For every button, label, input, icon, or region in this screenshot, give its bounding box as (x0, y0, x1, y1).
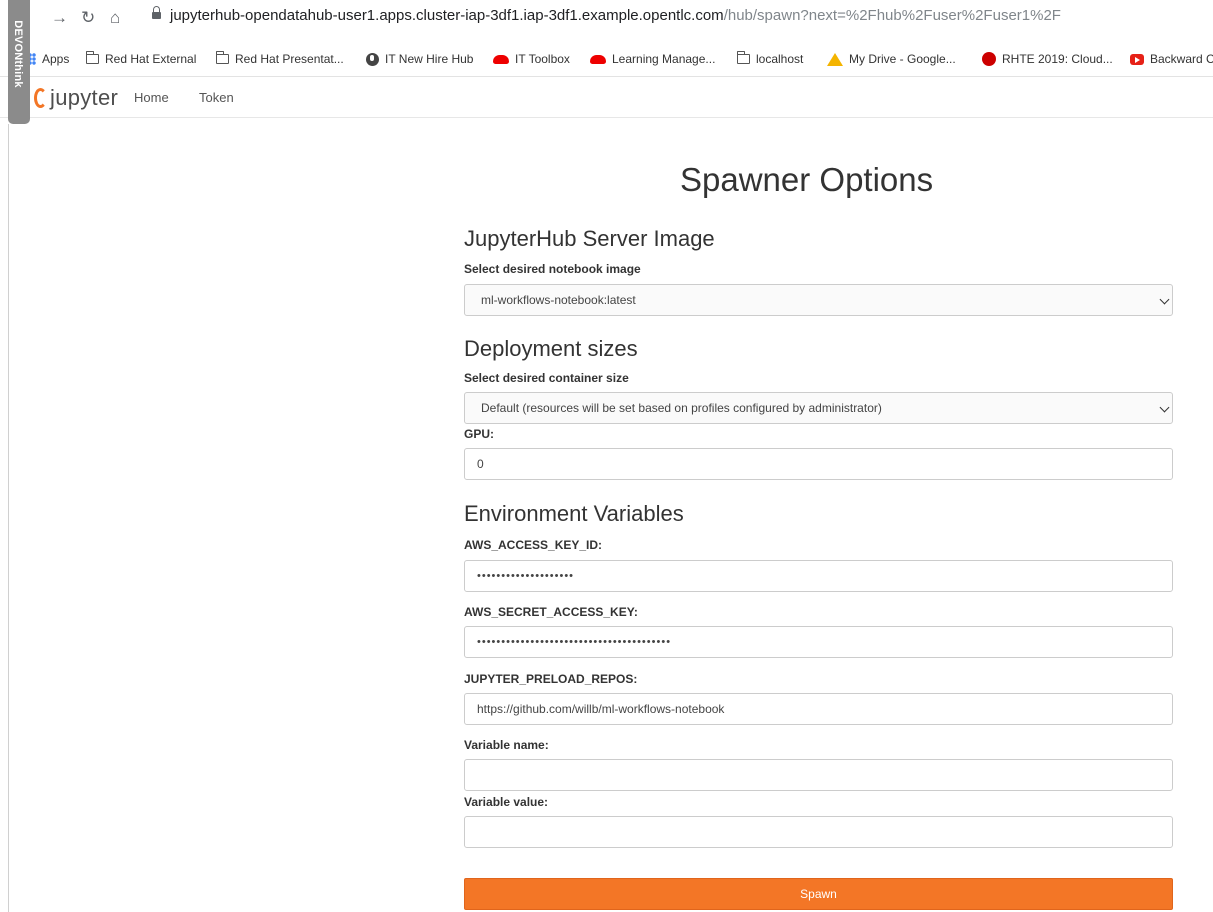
bookmark-label: localhost (756, 52, 804, 66)
bookmark-localhost[interactable]: localhost (737, 51, 804, 66)
image-section-heading: JupyterHub Server Image (464, 226, 715, 251)
notebook-image-value: ml-workflows-notebook:latest (481, 293, 636, 307)
bookmark-apps[interactable]: Apps (24, 52, 69, 66)
variable-name-input[interactable] (464, 759, 1173, 791)
bookmark-label: My Drive - Google... (849, 52, 956, 66)
bookmark-label: Backward C (1150, 52, 1213, 66)
jupyter-logo-icon (34, 88, 47, 108)
variable-name-label: Variable name: (464, 738, 549, 752)
chevron-down-icon (1159, 402, 1170, 413)
size-select-label: Select desired container size (464, 371, 629, 385)
reload-icon[interactable]: ↻ (81, 8, 95, 28)
home-icon[interactable]: ⌂ (110, 8, 120, 28)
jupyter-logo[interactable]: jupyter (34, 85, 118, 111)
preload-repos-input[interactable]: https://github.com/willb/ml-workflows-no… (464, 693, 1173, 725)
globe-icon (366, 52, 379, 66)
image-select-label: Select desired notebook image (464, 262, 641, 276)
bookmark-label: Red Hat Presentat... (235, 52, 344, 66)
url-path: /hub/spawn?next=%2Fhub%2Fuser%2Fuser1%2F (723, 7, 1061, 24)
youtube-icon (1130, 53, 1144, 65)
container-size-value: Default (resources will be set based on … (481, 401, 882, 415)
bookmark-it-toolbox[interactable]: IT Toolbox (493, 52, 570, 66)
jupyter-header: jupyter Home Token (0, 77, 1213, 118)
bookmark-my-drive[interactable]: My Drive - Google... (827, 52, 956, 66)
bookmarks-bar: Apps Red Hat External Red Hat Presentat.… (0, 44, 1213, 77)
rhte-icon (982, 52, 996, 66)
bookmark-label: IT Toolbox (515, 52, 570, 66)
folder-icon (737, 51, 750, 64)
spawn-button[interactable]: Spawn (464, 878, 1173, 910)
nav-token-link[interactable]: Token (199, 90, 234, 105)
bookmark-it-new-hire-hub[interactable]: IT New Hire Hub (366, 52, 473, 66)
preload-repos-label: JUPYTER_PRELOAD_REPOS: (464, 672, 638, 686)
env-section-heading: Environment Variables (464, 501, 684, 526)
nav-home-link[interactable]: Home (134, 90, 169, 105)
variable-value-input[interactable] (464, 816, 1173, 848)
devonthink-tab[interactable]: DEVONthink (8, 0, 30, 124)
redhat-icon (493, 54, 509, 64)
bookmark-label: RHTE 2019: Cloud... (1002, 52, 1113, 66)
folder-icon (86, 51, 99, 64)
container-size-select[interactable]: Default (resources will be set based on … (464, 392, 1173, 424)
gpu-label: GPU: (464, 427, 494, 441)
gpu-input[interactable]: 0 (464, 448, 1173, 480)
notebook-image-select[interactable]: ml-workflows-notebook:latest (464, 284, 1173, 316)
bookmark-rhte-2019[interactable]: RHTE 2019: Cloud... (982, 52, 1113, 66)
lock-icon[interactable] (152, 6, 161, 22)
aws-secret-key-input[interactable]: •••••••••••••••••••••••••••••••••••••••• (464, 626, 1173, 658)
redhat-icon (590, 54, 606, 64)
devonthink-label: DEVONthink (12, 20, 24, 88)
jupyter-logo-text: jupyter (50, 85, 119, 110)
aws-access-key-label: AWS_ACCESS_KEY_ID: (464, 538, 603, 552)
bookmark-learning-manager[interactable]: Learning Manage... (590, 52, 715, 66)
chevron-down-icon (1159, 294, 1170, 305)
bookmark-red-hat-presentations[interactable]: Red Hat Presentat... (216, 51, 344, 66)
left-divider (8, 124, 9, 912)
bookmark-red-hat-external[interactable]: Red Hat External (86, 51, 197, 66)
url-host: jupyterhub-opendatahub-user1.apps.cluste… (170, 7, 724, 24)
browser-toolbar: ← → ↻ ⌂ jupyterhub-opendatahub-user1.app… (0, 0, 1213, 44)
page-title: Spawner Options (680, 161, 934, 198)
bookmark-backward-c[interactable]: Backward C (1130, 52, 1213, 66)
aws-secret-key-label: AWS_SECRET_ACCESS_KEY: (464, 605, 638, 619)
forward-icon[interactable]: → (51, 8, 68, 28)
bookmark-label: Apps (42, 52, 70, 66)
folder-icon (216, 51, 229, 64)
variable-value-label: Variable value: (464, 795, 549, 809)
address-bar[interactable]: jupyterhub-opendatahub-user1.apps.cluste… (170, 7, 1061, 24)
size-section-heading: Deployment sizes (464, 336, 638, 361)
google-drive-icon (827, 52, 843, 66)
aws-access-key-input[interactable]: •••••••••••••••••••• (464, 560, 1173, 592)
bookmark-label: IT New Hire Hub (385, 52, 474, 66)
bookmark-label: Learning Manage... (612, 52, 716, 66)
bookmark-label: Red Hat External (105, 52, 197, 66)
